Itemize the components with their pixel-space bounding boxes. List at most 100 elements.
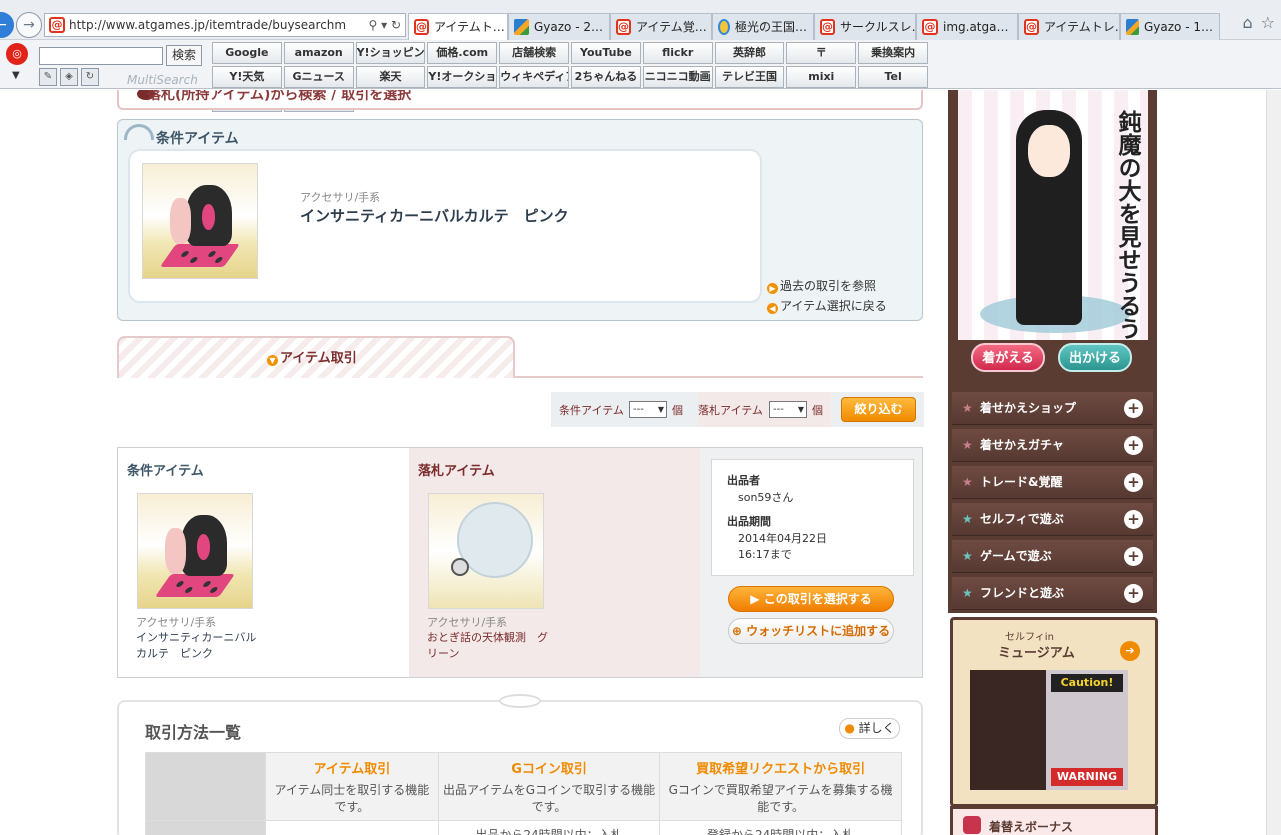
select-trade-button[interactable]: ▶ この取引を選択する: [728, 586, 894, 612]
history-link[interactable]: ▶ 過去の取引を参照: [767, 277, 876, 294]
sidebar-menu-item[interactable]: ★ セルフィで遊ぶ +: [952, 503, 1153, 536]
item-category: アクセサリ/手系: [300, 191, 381, 204]
back-button[interactable]: ←: [0, 12, 14, 38]
toolbar-link[interactable]: Y!天気: [212, 66, 282, 88]
toolbar-link[interactable]: ウィキペディア: [499, 66, 569, 88]
trade-methods-panel: 取引方法一覧 ● 詳しく アイテム取引 アイテム同士を取引する機能です。 Gコイン…: [117, 694, 923, 835]
filter-won-select[interactable]: ---: [769, 401, 807, 418]
add-watchlist-button[interactable]: ⊕ ウォッチリストに追加する: [728, 618, 894, 644]
star-icon: ★: [962, 512, 973, 526]
home-icon[interactable]: ⌂: [1243, 13, 1253, 32]
method-cell: アイテム取引 アイテム同士を取引する機能です。: [265, 752, 439, 821]
browser-tab[interactable]: Gyazo - 2…: [508, 13, 610, 40]
arrow-right-icon: ▶: [767, 283, 778, 294]
toolbar-link[interactable]: 乗換案内: [858, 42, 928, 64]
avatar-image[interactable]: 鈍魔の大を見せうるう: [958, 90, 1148, 340]
toolbar-link[interactable]: Tel: [858, 66, 928, 88]
item-thumbnail[interactable]: [142, 163, 258, 279]
sidebar-menu-item[interactable]: ★ トレード&覚醒 +: [952, 466, 1153, 499]
plus-icon[interactable]: +: [1124, 399, 1143, 418]
tab-bar: ← → @ http://www.atgames.jp/itemtrade/bu…: [0, 0, 1281, 40]
toolbar-search-input[interactable]: [39, 47, 163, 65]
sidebar-menu-label: ゲームで遊ぶ: [980, 549, 1052, 563]
method-head[interactable]: Gコイン取引: [443, 758, 655, 777]
atgames-icon: @: [616, 19, 631, 35]
toolbar-link[interactable]: Gニュース: [283, 66, 354, 88]
sidebar-menu-item[interactable]: ★ フレンドと遊ぶ +: [952, 577, 1153, 610]
method-desc: 出品アイテムをGコインで取引する機能です。: [442, 783, 656, 814]
listing-won-thumbnail[interactable]: [428, 493, 544, 609]
browser-tab[interactable]: @ img.atga…: [916, 13, 1018, 40]
browser-tab-label: アイテムトレ…: [1044, 19, 1120, 34]
method-rule: 出品から24時間以内：入札: [437, 820, 661, 835]
wrench-icon[interactable]: ✎: [39, 68, 57, 86]
star-icon: ★: [962, 549, 973, 563]
go-out-button[interactable]: 出かける: [1058, 343, 1132, 372]
browser-tab[interactable]: @アイテムト…×: [408, 13, 508, 40]
listing-condition-thumbnail[interactable]: [137, 493, 253, 609]
sidebar-menu-label: トレード&覚醒: [980, 475, 1063, 489]
toolbar-link[interactable]: 2ちゃんねる: [571, 66, 641, 88]
toolbar-link[interactable]: Y!オークション: [427, 66, 498, 88]
toolbar-link[interactable]: Y!ショッピング: [355, 42, 426, 64]
plus-icon[interactable]: +: [1124, 584, 1143, 603]
plus-icon[interactable]: +: [1124, 510, 1143, 529]
browser-tab[interactable]: @ アイテム覚…: [610, 13, 712, 40]
toolbar-link[interactable]: 〒: [786, 42, 857, 64]
tab-item-trade[interactable]: ▼ アイテム取引: [117, 336, 515, 378]
back-to-select-link[interactable]: ◀ アイテム選択に戻る: [767, 297, 887, 314]
listing-info-column: 出品者 son59さん 出品期間 2014年04月22日 16:17まで ▶ こ…: [700, 448, 922, 677]
eraser-icon[interactable]: ◈: [60, 68, 78, 86]
section-header-title: 落札(所持アイテム)から検索 / 取引を選択: [147, 90, 412, 103]
browser-tab[interactable]: Gyazo - 1…: [1120, 13, 1220, 40]
browser-tab[interactable]: 極光の王国…: [712, 13, 814, 40]
arrow-right-icon[interactable]: ➔: [1120, 641, 1140, 661]
browser-tab[interactable]: @ サークルスレ…: [814, 13, 916, 40]
toolbar-link[interactable]: YouTube: [571, 42, 641, 64]
sidebar-menu-item[interactable]: ★ 着せかえガチャ +: [952, 429, 1153, 462]
address-bar[interactable]: @ http://www.atgames.jp/itemtrade/buysea…: [44, 13, 406, 37]
filter-cond-select[interactable]: ---: [629, 401, 667, 418]
toolbar-search-button[interactable]: 検索: [166, 45, 202, 66]
star-icon: ★: [962, 401, 973, 415]
toolbar-logo-icon[interactable]: ◎: [6, 43, 28, 65]
dress-up-button[interactable]: 着がえる: [971, 343, 1045, 372]
toolbar-link[interactable]: flickr: [642, 42, 713, 64]
plus-icon[interactable]: +: [1124, 547, 1143, 566]
browser-tab[interactable]: @ アイテムトレ…: [1018, 13, 1120, 40]
page-scrollbar[interactable]: [1266, 90, 1281, 835]
toolbar-link[interactable]: テレビ王国: [714, 66, 785, 88]
section-header: 落札(所持アイテム)から検索 / 取引を選択: [117, 90, 923, 110]
method-head[interactable]: アイテム取引: [270, 758, 434, 777]
plus-icon[interactable]: +: [1124, 436, 1143, 455]
forward-button[interactable]: →: [16, 12, 42, 38]
toolbar-link[interactable]: 英辞郎: [714, 42, 785, 64]
refresh-icon[interactable]: ↻: [81, 68, 99, 86]
method-cell: 買取希望リクエストから取引 Gコインで買取希望アイテムを募集する機能です。: [659, 752, 902, 821]
toolbar-link[interactable]: ニコニコ動画: [642, 66, 713, 88]
sidebar-menu-item[interactable]: ★ 着せかえショップ +: [952, 392, 1153, 425]
gyazo-icon: [1126, 19, 1139, 35]
toolbar-link[interactable]: amazon: [283, 42, 354, 64]
bonus-banner[interactable]: 着替えボーナス: [950, 806, 1158, 835]
toolbar-link[interactable]: Google: [212, 42, 282, 64]
methods-title: 取引方法一覧: [145, 723, 242, 742]
filter-button[interactable]: 絞り込む: [841, 397, 916, 422]
plus-icon[interactable]: +: [1124, 473, 1143, 492]
detail-button[interactable]: ● 詳しく: [839, 718, 900, 739]
favorites-icon[interactable]: ☆: [1261, 13, 1275, 32]
filter-cond-label: 条件アイテム: [559, 404, 624, 417]
period-time: 16:17まで: [738, 548, 792, 561]
toolbar-menu-chevron-icon[interactable]: ▼: [12, 70, 20, 81]
method-head[interactable]: 買取希望リクエストから取引: [664, 758, 897, 777]
toolbar-link[interactable]: 楽天: [355, 66, 426, 88]
gift-icon: [963, 816, 981, 834]
atgames-icon: @: [1024, 19, 1039, 35]
museum-banner[interactable]: セルフィin ミュージアム ➔ Caution! WARNING: [950, 617, 1158, 807]
toolbar-link[interactable]: 価格.com: [427, 42, 498, 64]
sidebar-menu-item[interactable]: ★ ゲームで遊ぶ +: [952, 540, 1153, 573]
toolbar-link[interactable]: mixi: [786, 66, 857, 88]
filter-won-unit: 個: [812, 404, 823, 417]
toolbar-link[interactable]: 店舗検索: [499, 42, 569, 64]
search-refresh-icon[interactable]: ⚲ ▾ ↻: [369, 14, 402, 36]
